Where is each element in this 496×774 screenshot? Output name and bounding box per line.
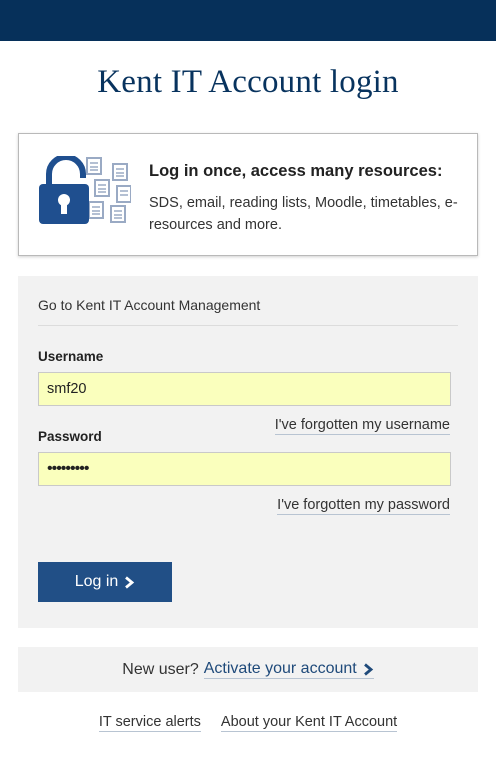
password-field[interactable]: •••••••••	[38, 452, 451, 486]
new-user-prompt: New user?	[122, 660, 199, 678]
footer-links: IT service alerts About your Kent IT Acc…	[0, 714, 496, 732]
it-service-alerts-link[interactable]: IT service alerts	[98, 714, 201, 732]
forgot-password-link[interactable]: I've forgotten my password	[277, 497, 450, 515]
page-title: Kent IT Account login	[97, 64, 399, 100]
username-field[interactable]	[38, 372, 451, 406]
password-label: Password	[38, 429, 102, 444]
padlock-documents-icon	[39, 156, 131, 224]
login-panel: Go to Kent IT Account Management Usernam…	[18, 276, 478, 628]
top-banner	[0, 0, 496, 41]
login-button-label: Log in	[74, 573, 119, 590]
activate-account-link[interactable]: Activate your account	[203, 660, 374, 679]
chevron-right-icon	[125, 575, 135, 589]
forgot-username-link[interactable]: I've forgotten my username	[274, 417, 450, 435]
divider	[38, 325, 458, 326]
info-heading: Log in once, access many resources:	[149, 162, 443, 180]
username-label: Username	[38, 349, 104, 364]
login-button[interactable]: Log in	[38, 562, 172, 602]
account-management-link[interactable]: Go to Kent IT Account Management	[38, 297, 260, 313]
info-text: SDS, email, reading lists, Moodle, timet…	[149, 195, 458, 233]
info-box: Log in once, access many resources: SDS,…	[18, 133, 478, 256]
activate-account-label: Activate your account	[203, 660, 357, 677]
about-account-link[interactable]: About your Kent IT Account	[220, 714, 398, 732]
chevron-right-icon	[363, 662, 373, 676]
new-user-bar: New user? Activate your account	[18, 647, 478, 692]
